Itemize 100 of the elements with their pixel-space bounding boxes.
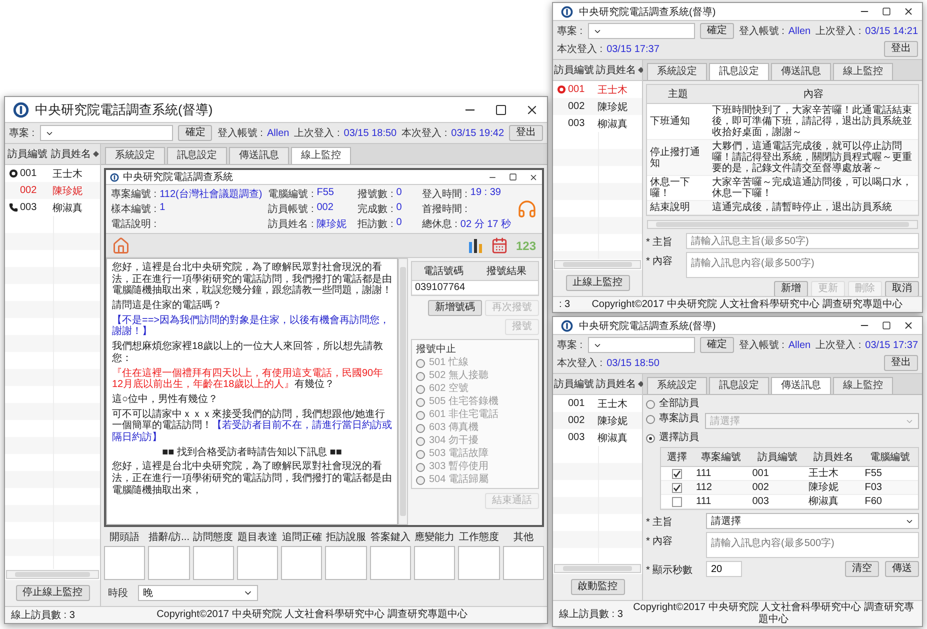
horizontal-scrollbar[interactable] xyxy=(647,220,918,229)
content-field[interactable]: 請輸入訊息內容(最多500字) xyxy=(686,252,919,278)
maximize-button[interactable] xyxy=(882,321,891,330)
info-value: 112(台灣社會議題調查) xyxy=(160,188,262,201)
tab[interactable]: 訊息設定 xyxy=(709,377,769,394)
maximize-button[interactable] xyxy=(882,7,891,16)
tab[interactable]: 線上監控 xyxy=(833,377,893,394)
interviewer-id: 003 xyxy=(20,202,37,213)
project-dropdown[interactable] xyxy=(40,125,174,141)
rating-field[interactable] xyxy=(148,546,190,580)
info-label: 樣本編號 : xyxy=(111,202,157,216)
recipient-radio[interactable]: 專案訪員 xyxy=(646,413,699,425)
interviewer-name: 陳珍妮 xyxy=(598,414,628,428)
rating-field[interactable] xyxy=(192,546,234,580)
table-cell-text: 結束說明 xyxy=(649,201,691,214)
monitor-button[interactable]: 停止線上監控 xyxy=(16,585,90,601)
close-button[interactable] xyxy=(903,320,914,331)
tab[interactable]: 傳送訊息 xyxy=(771,377,831,394)
recipient-radio[interactable]: 選擇訪員 xyxy=(646,432,699,444)
table-cell-text: 停止撥打通知 xyxy=(649,146,701,170)
project-dropdown[interactable] xyxy=(588,23,695,39)
select-checkbox[interactable] xyxy=(672,482,682,492)
horizontal-scrollbar[interactable] xyxy=(554,260,641,269)
tab[interactable]: 系統設定 xyxy=(105,147,165,164)
column-header: 內容 xyxy=(802,88,824,102)
select-checkbox[interactable] xyxy=(672,468,682,478)
close-button[interactable] xyxy=(529,172,538,182)
form-button[interactable]: 傳送 xyxy=(885,561,919,577)
period-dropdown[interactable]: 晚 xyxy=(138,585,258,601)
message-row[interactable]: 結束說明 這通完成後，請暫時停止，退出訪員系統 xyxy=(647,201,918,215)
form-button[interactable]: 新增 xyxy=(774,281,808,297)
form-button[interactable]: 清空 xyxy=(845,561,879,577)
field-label: * 顯示秒數 xyxy=(646,564,694,577)
confirm-button[interactable]: 確定 xyxy=(700,23,734,39)
logout-button[interactable]: 登出 xyxy=(884,41,918,57)
home-icon[interactable] xyxy=(112,236,130,254)
seconds-field[interactable]: 20 xyxy=(706,561,742,577)
info-label: 首撥時間 : xyxy=(422,202,468,216)
column-header: 訪員編號 xyxy=(554,64,594,77)
close-button[interactable] xyxy=(903,6,914,17)
interviewer-row[interactable]: 002 陳珍妮 xyxy=(553,98,642,115)
message-row[interactable]: 停止撥打通知 大夥們，這通電話完成後，就可以停止訪問囉！請記得登出系統，關閉訪員程式喔～更重要的是，記錄文件請交至督導處放著～ xyxy=(647,140,918,176)
interviewer-name: 王士木 xyxy=(52,168,84,180)
interviewer-id: 002 xyxy=(20,185,37,196)
rating-field[interactable] xyxy=(236,546,278,580)
column-header: 選擇 xyxy=(666,451,688,465)
column-header: 訪員姓名 xyxy=(51,148,91,161)
tab[interactable]: 系統設定 xyxy=(647,63,707,80)
calendar-icon[interactable] xyxy=(490,237,508,254)
table-cell-text: 001 xyxy=(751,467,770,480)
interviewer-row[interactable]: 002 陳珍妮 xyxy=(5,182,100,199)
subject-dropdown[interactable]: 請選擇 xyxy=(706,513,919,529)
interviewer-name: 王士木 xyxy=(598,84,628,96)
bar-chart-icon[interactable] xyxy=(466,238,483,254)
info-value: 19 : 39 xyxy=(470,187,501,200)
confirm-button[interactable]: 確定 xyxy=(700,337,734,353)
logout-button[interactable]: 登出 xyxy=(509,125,543,141)
monitor-button[interactable]: 啟動監控 xyxy=(570,579,624,595)
rating-field[interactable] xyxy=(502,546,544,580)
column-header: 電話號碼 xyxy=(422,264,464,279)
column-header: 主題 xyxy=(667,88,689,102)
confirm-button[interactable]: 確定 xyxy=(178,125,212,141)
project-dropdown[interactable] xyxy=(588,337,695,353)
monitor-button[interactable]: 止線上監控 xyxy=(566,275,630,291)
rating-field[interactable] xyxy=(414,546,456,580)
rating-field[interactable] xyxy=(104,546,146,580)
maximize-button[interactable] xyxy=(495,104,507,116)
tab[interactable]: 訊息設定 xyxy=(709,63,769,80)
rating-field[interactable] xyxy=(370,546,412,580)
horizontal-scrollbar[interactable] xyxy=(6,570,99,579)
vertical-scrollbar[interactable] xyxy=(398,258,408,525)
tab[interactable]: 系統設定 xyxy=(647,377,707,394)
script-paragraph: 『住在這裡一個禮拜有四天以上，有使用這支電話，民國90年12月底以前出生，年齡在18歲以上的人』有幾位？ xyxy=(112,368,384,391)
tab[interactable]: 線上監控 xyxy=(833,63,893,80)
table-cell-text: F55 xyxy=(864,467,883,480)
interviewer-id: 001 xyxy=(568,84,585,95)
table-cell-text: 039107764 xyxy=(414,281,466,294)
subject-field[interactable]: 請輸入訊息主旨(最多50字) xyxy=(686,233,919,249)
rating-field[interactable] xyxy=(281,546,322,580)
table-cell-text: 休息一下囉！ xyxy=(649,176,691,200)
horizontal-scrollbar[interactable] xyxy=(554,564,641,573)
phone-button[interactable]: 新增號碼 xyxy=(428,300,482,316)
tab[interactable]: 傳送訊息 xyxy=(771,63,831,80)
logout-button[interactable]: 登出 xyxy=(884,355,918,371)
tab[interactable]: 傳送訊息 xyxy=(229,147,289,164)
login-value: 03/15 19:42 xyxy=(451,128,504,138)
content-field[interactable]: 請輸入訊息內容(最多500字) xyxy=(706,532,919,558)
tab[interactable]: 訊息設定 xyxy=(167,147,227,164)
interviewer-row[interactable]: 002 陳珍妮 xyxy=(553,412,642,429)
message-row[interactable]: 休息一下囉！ 大家辛苦囉～完成這通訪問後，可以喝口水，休息一下囉！ xyxy=(647,176,918,201)
rating-field[interactable] xyxy=(458,546,500,580)
maximize-button[interactable] xyxy=(509,173,517,181)
tab[interactable]: 線上監控 xyxy=(291,147,351,164)
headset-icon[interactable] xyxy=(517,199,537,219)
select-checkbox[interactable] xyxy=(672,496,682,506)
message-row[interactable]: 下班通知 下班時間快到了，大家辛苦囉！此通電話結束後，即可準備下班，請記得，退出訪員系統並收拾好桌面，謝謝～ xyxy=(647,104,918,140)
window-title: 中央研究院電話調查系統(督導) xyxy=(35,100,214,118)
form-button[interactable]: 取消 xyxy=(885,281,919,297)
rating-field[interactable] xyxy=(325,546,367,580)
recipient-radio[interactable]: 全部訪員 xyxy=(646,398,699,410)
